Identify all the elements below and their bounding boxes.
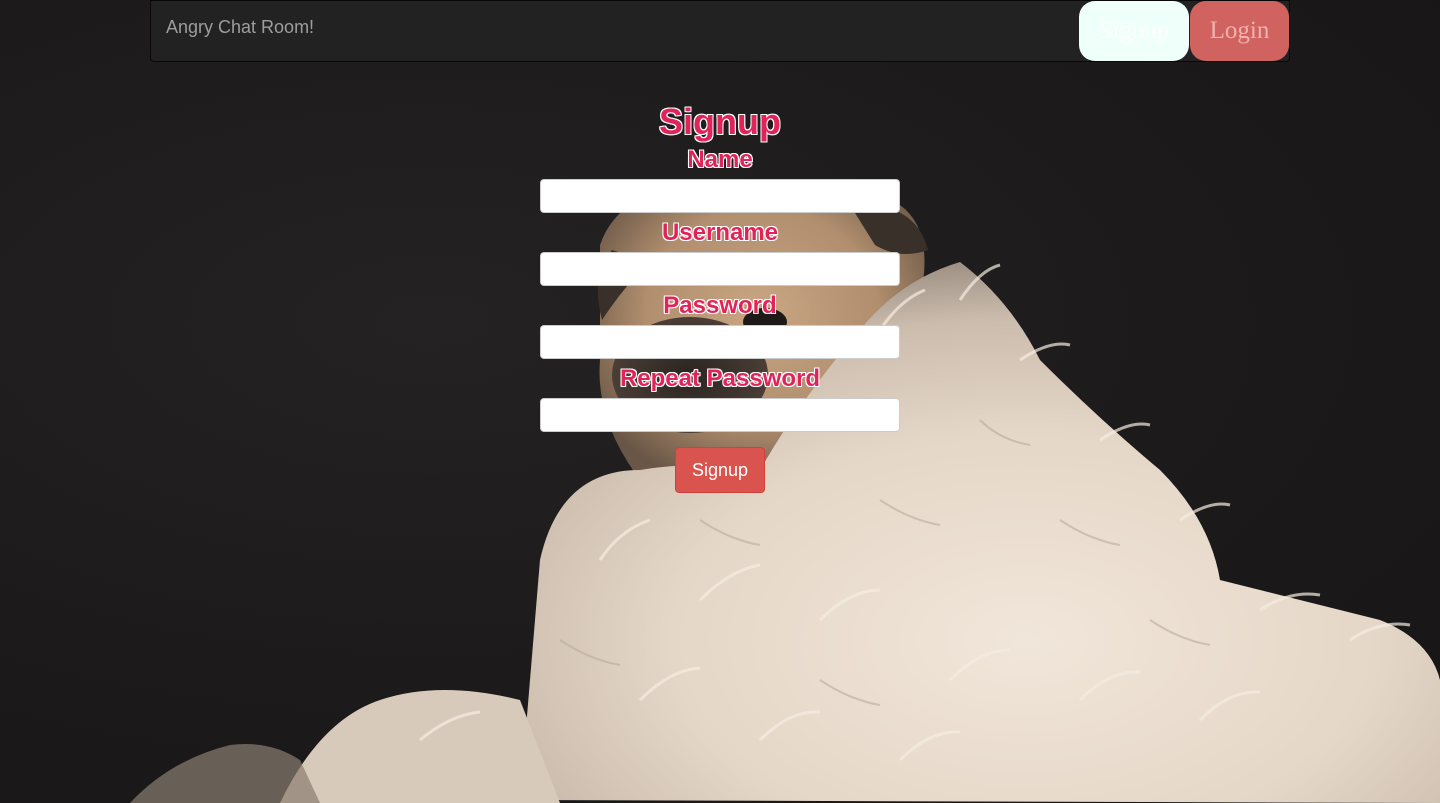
password-input[interactable] xyxy=(540,325,900,359)
repeat-password-input[interactable] xyxy=(540,398,900,432)
name-label: Name xyxy=(687,146,753,173)
nav-signup-button[interactable]: Signup xyxy=(1079,1,1189,61)
username-input[interactable] xyxy=(540,252,900,286)
brand-title[interactable]: Angry Chat Room! xyxy=(166,17,314,38)
name-input[interactable] xyxy=(540,179,900,213)
signup-submit-button[interactable]: Signup xyxy=(675,447,765,493)
password-label: Password xyxy=(663,292,777,319)
username-label: Username xyxy=(661,219,779,246)
signup-form: Signup Name Username Password Repeat Pas… xyxy=(540,98,900,493)
nav-login-button[interactable]: Login xyxy=(1190,1,1289,61)
form-title: Signup xyxy=(659,101,781,142)
navbar: Angry Chat Room! Signup Login xyxy=(150,0,1290,62)
repeat-password-label: Repeat Password xyxy=(619,365,821,392)
